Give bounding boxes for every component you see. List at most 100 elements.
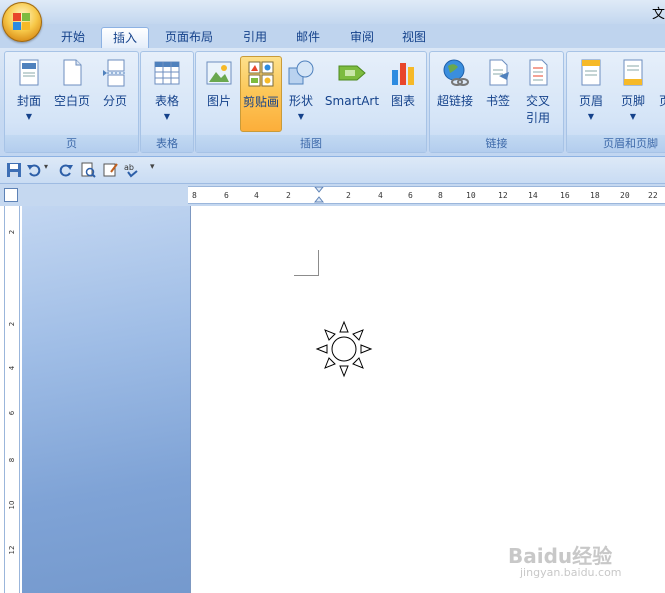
undo-icon[interactable]	[26, 162, 42, 178]
tab-page-layout[interactable]: 页面布局	[156, 27, 222, 48]
page-break-label: 分页	[102, 94, 127, 108]
chart-button[interactable]: 图表	[384, 56, 422, 130]
group-header-footer: 页眉 ▼ 页脚 ▼ 页 页眉和页脚	[566, 51, 665, 153]
ruler-tick: 6	[408, 191, 413, 200]
clip-art-icon	[248, 61, 274, 87]
cover-page-button[interactable]: 封面 ▼	[9, 56, 49, 130]
abc-check-icon[interactable]: ab	[124, 162, 140, 178]
ruler-tick: 6	[8, 410, 16, 416]
cross-reference-icon	[529, 59, 548, 86]
ruler-tick: 10	[466, 191, 476, 200]
blank-page-button[interactable]: 空白页	[51, 56, 93, 130]
tab-stop-icon	[4, 188, 18, 202]
chevron-down-icon: ▼	[25, 112, 33, 121]
redo-icon[interactable]	[58, 162, 74, 178]
cross-reference-label-1: 交叉	[525, 94, 550, 108]
header-label: 页眉	[578, 94, 603, 108]
quick-access-toolbar: ▾ ab ▾	[0, 157, 665, 184]
ruler-tick: 12	[8, 545, 16, 555]
chart-icon	[392, 63, 414, 85]
ruler-tick: 4	[378, 191, 383, 200]
office-logo-icon	[13, 13, 31, 31]
smartart-label: SmartArt	[324, 94, 380, 108]
smartart-button[interactable]: SmartArt	[322, 56, 382, 130]
horizontal-ruler[interactable]: 8 6 4 2 2 4 6 8 10 12 14 16 18 20 22	[188, 186, 665, 204]
ruler-tick: 2	[286, 191, 291, 200]
table-button[interactable]: 表格 ▼	[145, 56, 189, 130]
shapes-button[interactable]: 形状 ▼	[284, 56, 318, 130]
save-icon[interactable]	[6, 162, 22, 178]
picture-button[interactable]: 图片	[200, 56, 238, 130]
chevron-down-icon: ▼	[163, 112, 171, 121]
tab-view[interactable]: 视图	[392, 27, 436, 48]
page-number-button[interactable]: 页	[657, 56, 665, 130]
group-pages: 封面 ▼ 空白页 分页 页	[4, 51, 139, 153]
group-header-footer-label: 页眉和页脚	[567, 135, 665, 152]
blank-page-icon	[63, 59, 82, 86]
vertical-ruler[interactable]: 2 2 4 6 8 10 12	[4, 206, 20, 593]
shapes-label: 形状	[288, 94, 313, 108]
ruler-tick: 8	[192, 191, 197, 200]
group-pages-label: 页	[5, 135, 138, 152]
hyperlink-label: 超链接	[436, 94, 473, 108]
ruler-tick: 2	[346, 191, 351, 200]
cover-page-label: 封面	[16, 94, 41, 108]
ruler-tick: 8	[8, 457, 16, 463]
group-illustrations: 图片 剪贴画 形状 ▼ SmartArt 图表 插图	[195, 51, 427, 153]
ruler-tick: 2	[8, 321, 16, 327]
hyperlink-button[interactable]: 超链接	[432, 56, 478, 130]
chevron-down-icon: ▼	[587, 112, 595, 121]
ruler-tick: 16	[560, 191, 570, 200]
group-links-label: 链接	[430, 135, 563, 152]
header-button[interactable]: 页眉 ▼	[571, 56, 611, 130]
bookmark-label: 书签	[485, 94, 510, 108]
sun-shape[interactable]	[314, 319, 374, 379]
ribbon-tabs: 开始 插入 页面布局 引用 邮件 审阅 视图	[0, 24, 665, 49]
cover-page-icon	[19, 59, 39, 86]
office-button[interactable]	[2, 2, 42, 42]
ribbon: 封面 ▼ 空白页 分页 页 表格 ▼ 表格 图片 剪贴画 形状 ▼ SmartA…	[0, 48, 665, 157]
group-links: 超链接 书签 交叉 引用 链接	[429, 51, 564, 153]
group-illustrations-label: 插图	[196, 135, 426, 152]
window-title: 文	[651, 7, 665, 22]
ruler-tick: 20	[620, 191, 630, 200]
globe-link-icon	[443, 59, 469, 86]
document-page[interactable]	[190, 206, 665, 593]
header-icon	[581, 59, 601, 86]
customize-toolbar-icon[interactable]: ▾	[150, 162, 166, 178]
ruler-tick: 4	[8, 365, 16, 371]
shapes-icon	[288, 60, 314, 85]
cross-reference-button[interactable]: 交叉 引用	[518, 56, 558, 130]
ruler-tick: 4	[254, 191, 259, 200]
table-icon	[154, 61, 180, 85]
ruler-tick: 12	[498, 191, 508, 200]
tab-review[interactable]: 审阅	[340, 27, 384, 48]
footer-button[interactable]: 页脚 ▼	[613, 56, 653, 130]
tab-insert[interactable]: 插入	[101, 27, 149, 49]
tab-selector[interactable]	[0, 184, 22, 206]
table-label: 表格	[154, 94, 179, 108]
page-number-label: 页	[658, 94, 665, 108]
smartart-icon	[338, 65, 366, 81]
ruler-tick: 10	[8, 500, 16, 510]
spelling-check-icon[interactable]	[102, 162, 118, 178]
indent-marker-icon[interactable]	[314, 187, 324, 203]
clip-art-label: 剪贴画	[242, 95, 279, 109]
tab-home[interactable]: 开始	[50, 27, 96, 48]
watermark-logo: Baidu经验	[508, 544, 613, 568]
blank-page-label: 空白页	[53, 94, 90, 108]
picture-label: 图片	[206, 94, 231, 108]
chart-label: 图表	[390, 94, 415, 108]
group-table-label: 表格	[141, 135, 193, 152]
ruler-tick: 14	[528, 191, 538, 200]
text-margin-corner	[294, 250, 319, 276]
clip-art-button[interactable]: 剪贴画	[240, 56, 282, 132]
bookmark-button[interactable]: 书签	[478, 56, 518, 130]
title-bar: 文	[0, 0, 665, 24]
svg-text:ab: ab	[124, 163, 134, 172]
page-break-button[interactable]: 分页	[95, 56, 135, 130]
tab-references[interactable]: 引用	[233, 27, 277, 48]
cross-reference-label-2: 引用	[525, 111, 550, 125]
print-preview-icon[interactable]	[80, 162, 96, 178]
tab-mailings[interactable]: 邮件	[286, 27, 330, 48]
